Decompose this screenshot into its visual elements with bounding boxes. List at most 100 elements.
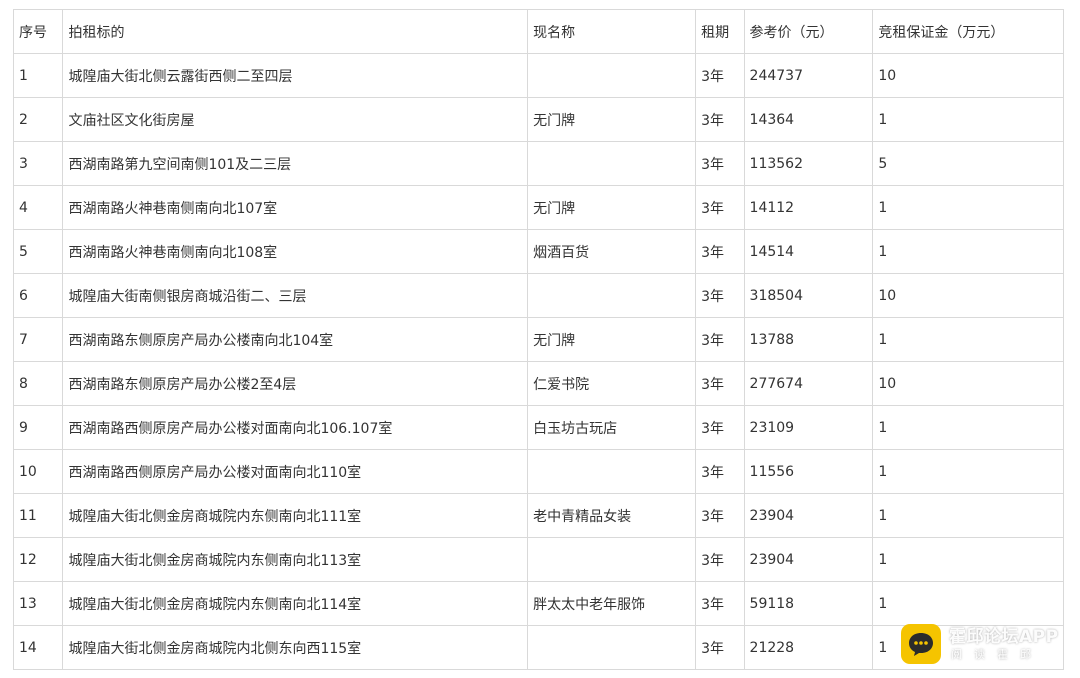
cell-deposit: 10 [872, 53, 1064, 98]
cell-serial-no: 5 [12, 229, 64, 274]
cell-serial-no: 12 [12, 537, 64, 582]
cell-serial-no: 14 [12, 625, 64, 670]
watermark: 霍邱论坛APP 阅读霍邱 [901, 622, 1076, 666]
cell-lease-term: 3年 [695, 361, 745, 406]
table-row: 2 文庙社区文化街房屋 无门牌 3年 14364 1 [12, 97, 1064, 142]
cell-current-name: 仁爱书院 [527, 361, 697, 406]
cell-serial-no: 2 [12, 97, 64, 142]
table-row: 13 城隍庙大街北侧金房商城院内东侧南向北114室 胖太太中老年服饰 3年 59118 1 [12, 581, 1064, 626]
cell-current-name [527, 141, 697, 186]
cell-deposit: 5 [872, 141, 1064, 186]
cell-current-name: 无门牌 [527, 185, 697, 230]
cell-auction-item: 西湖南路第九空间南侧101及二三层 [62, 141, 529, 186]
cell-deposit: 10 [872, 361, 1064, 406]
cell-current-name: 烟酒百货 [527, 229, 697, 274]
cell-deposit: 1 [872, 537, 1064, 582]
cell-current-name [527, 273, 697, 318]
cell-lease-term: 3年 [695, 625, 745, 670]
cell-lease-term: 3年 [695, 581, 745, 626]
cell-reference-price: 23904 [743, 537, 874, 582]
header-reference-price: 参考价（元） [743, 9, 874, 54]
cell-reference-price: 59118 [743, 581, 874, 626]
cell-current-name [527, 449, 697, 494]
header-deposit: 竞租保证金（万元） [872, 9, 1064, 54]
cell-serial-no: 7 [12, 317, 64, 362]
watermark-title: 霍邱论坛APP [949, 627, 1059, 647]
cell-lease-term: 3年 [695, 405, 745, 450]
cell-serial-no: 4 [12, 185, 64, 230]
cell-lease-term: 3年 [695, 493, 745, 538]
cell-current-name [527, 625, 697, 670]
cell-auction-item: 城隍庙大街北侧金房商城院内东侧南向北113室 [62, 537, 529, 582]
table-row: 5 西湖南路火神巷南侧南向北108室 烟酒百货 3年 14514 1 [12, 229, 1064, 274]
cell-auction-item: 城隍庙大街北侧金房商城院内东侧南向北111室 [62, 493, 529, 538]
table-row: 3 西湖南路第九空间南侧101及二三层 3年 113562 5 [12, 141, 1064, 186]
cell-deposit: 1 [872, 229, 1064, 274]
header-auction-item: 拍租标的 [62, 9, 529, 54]
cell-auction-item: 西湖南路西侧原房产局办公楼对面南向北106.107室 [62, 405, 529, 450]
cell-reference-price: 14364 [743, 97, 874, 142]
cell-reference-price: 277674 [743, 361, 874, 406]
cell-deposit: 1 [872, 97, 1064, 142]
cell-reference-price: 244737 [743, 53, 874, 98]
cell-auction-item: 城隍庙大街北侧金房商城院内东侧南向北114室 [62, 581, 529, 626]
cell-auction-item: 西湖南路火神巷南侧南向北108室 [62, 229, 529, 274]
cell-deposit: 1 [872, 185, 1064, 230]
table-row: 1 城隍庙大街北侧云露街西侧二至四层 3年 244737 10 [12, 53, 1064, 98]
cell-current-name [527, 53, 697, 98]
table-row: 10 西湖南路西侧原房产局办公楼对面南向北110室 3年 11556 1 [12, 449, 1064, 494]
cell-auction-item: 西湖南路火神巷南侧南向北107室 [62, 185, 529, 230]
header-serial-no: 序号 [12, 9, 64, 54]
cell-lease-term: 3年 [695, 97, 745, 142]
cell-reference-price: 23904 [743, 493, 874, 538]
cell-serial-no: 6 [12, 273, 64, 318]
table-header-row: 序号 拍租标的 现名称 租期 参考价（元） 竞租保证金（万元） [12, 9, 1064, 54]
cell-deposit: 1 [872, 317, 1064, 362]
cell-lease-term: 3年 [695, 141, 745, 186]
cell-auction-item: 城隍庙大街北侧金房商城院内北侧东向西115室 [62, 625, 529, 670]
cell-deposit: 10 [872, 273, 1064, 318]
cell-lease-term: 3年 [695, 53, 745, 98]
cell-reference-price: 23109 [743, 405, 874, 450]
cell-reference-price: 113562 [743, 141, 874, 186]
cell-serial-no: 13 [12, 581, 64, 626]
cell-reference-price: 11556 [743, 449, 874, 494]
table-row: 11 城隍庙大街北侧金房商城院内东侧南向北111室 老中青精品女装 3年 23904 1 [12, 493, 1064, 538]
cell-current-name: 老中青精品女装 [527, 493, 697, 538]
cell-serial-no: 10 [12, 449, 64, 494]
cell-lease-term: 3年 [695, 185, 745, 230]
cell-lease-term: 3年 [695, 449, 745, 494]
cell-serial-no: 8 [12, 361, 64, 406]
cell-reference-price: 14514 [743, 229, 874, 274]
cell-auction-item: 城隍庙大街南侧银房商城沿街二、三层 [62, 273, 529, 318]
cell-current-name: 白玉坊古玩店 [527, 405, 697, 450]
cell-auction-item: 西湖南路东侧原房产局办公楼2至4层 [62, 361, 529, 406]
cell-lease-term: 3年 [695, 229, 745, 274]
cell-auction-item: 西湖南路东侧原房产局办公楼南向北104室 [62, 317, 529, 362]
cell-deposit: 1 [872, 493, 1064, 538]
table-row: 9 西湖南路西侧原房产局办公楼对面南向北106.107室 白玉坊古玩店 3年 23109… [12, 405, 1064, 450]
cell-reference-price: 14112 [743, 185, 874, 230]
header-current-name: 现名称 [527, 9, 697, 54]
header-lease-term: 租期 [695, 9, 745, 54]
cell-serial-no: 11 [12, 493, 64, 538]
table-row: 7 西湖南路东侧原房产局办公楼南向北104室 无门牌 3年 13788 1 [12, 317, 1064, 362]
table-row: 12 城隍庙大街北侧金房商城院内东侧南向北113室 3年 23904 1 [12, 537, 1064, 582]
cell-reference-price: 21228 [743, 625, 874, 670]
watermark-subtitle: 阅读霍邱 [951, 648, 1043, 661]
cell-current-name [527, 537, 697, 582]
cell-reference-price: 13788 [743, 317, 874, 362]
cell-serial-no: 9 [12, 405, 64, 450]
cell-auction-item: 文庙社区文化街房屋 [62, 97, 529, 142]
cell-deposit: 1 [872, 405, 1064, 450]
cell-deposit: 1 [872, 449, 1064, 494]
cell-lease-term: 3年 [695, 537, 745, 582]
cell-current-name: 无门牌 [527, 97, 697, 142]
cell-auction-item: 城隍庙大街北侧云露街西侧二至四层 [62, 53, 529, 98]
cell-auction-item: 西湖南路西侧原房产局办公楼对面南向北110室 [62, 449, 529, 494]
auction-table: 序号 拍租标的 现名称 租期 参考价（元） 竞租保证金（万元） 1 城隍庙大街北侧… [12, 9, 1064, 670]
table-row: 8 西湖南路东侧原房产局办公楼2至4层 仁爱书院 3年 277674 10 [12, 361, 1064, 406]
cell-serial-no: 1 [12, 53, 64, 98]
cell-lease-term: 3年 [695, 273, 745, 318]
table-row: 4 西湖南路火神巷南侧南向北107室 无门牌 3年 14112 1 [12, 185, 1064, 230]
